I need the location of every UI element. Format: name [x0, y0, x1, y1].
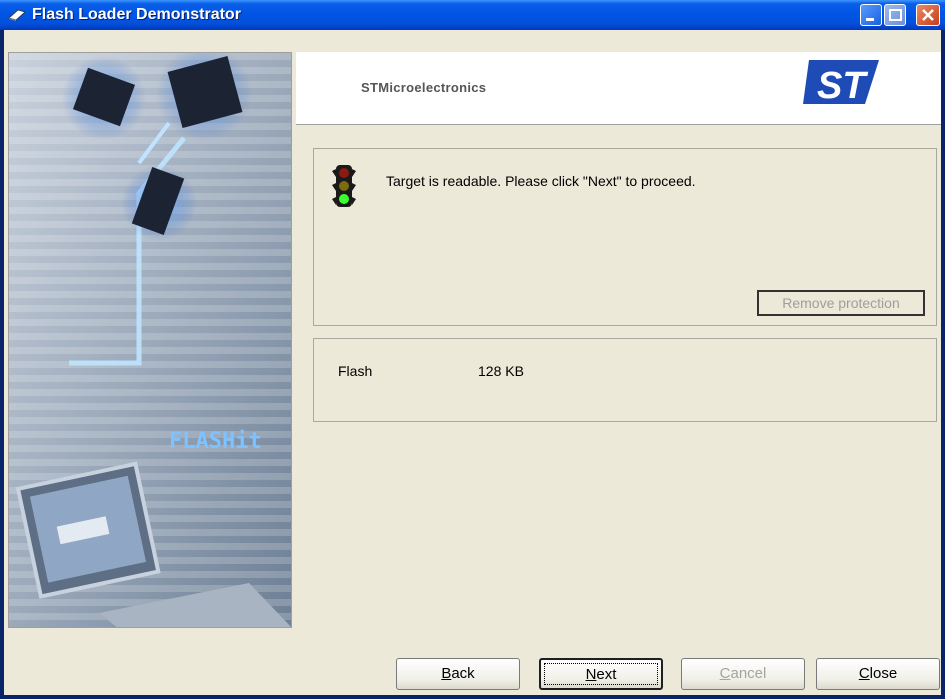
svg-text:ST: ST — [817, 65, 868, 106]
close-icon — [922, 9, 934, 21]
maximize-icon — [889, 9, 902, 21]
back-button[interactable]: Back — [396, 658, 520, 690]
app-icon — [8, 9, 26, 21]
flashit-label: FLASHit — [169, 429, 262, 454]
minimize-button[interactable] — [860, 4, 882, 26]
app-window: Flash Loader Demonstrator FLASHit STMicr… — [0, 0, 945, 699]
company-name: STMicroelectronics — [361, 80, 487, 95]
cancel-button: Cancel — [681, 658, 805, 690]
maximize-button — [884, 4, 906, 26]
focus-rectangle — [544, 663, 658, 685]
title-bar[interactable]: Flash Loader Demonstrator — [0, 0, 945, 30]
header-panel: STMicroelectronics ST — [296, 52, 941, 125]
window-title: Flash Loader Demonstrator — [32, 6, 241, 23]
status-group: Target is readable. Please click "Next" … — [313, 148, 937, 326]
wizard-side-image: FLASHit — [8, 52, 292, 628]
client-area: FLASHit STMicroelectronics ST Target is … — [4, 30, 941, 695]
status-message: Target is readable. Please click "Next" … — [386, 173, 696, 189]
close-button[interactable]: Close — [816, 658, 940, 690]
close-window-button[interactable] — [916, 4, 940, 26]
flash-size-value: 128 KB — [478, 363, 524, 379]
remove-protection-button: Remove protection — [757, 290, 925, 316]
st-logo: ST — [803, 60, 879, 106]
traffic-light-icon — [332, 165, 356, 207]
flash-label: Flash — [338, 363, 373, 379]
info-group: Flash 128 KB — [313, 338, 937, 422]
next-button[interactable]: Next — [539, 658, 663, 690]
minimize-icon — [866, 18, 874, 21]
